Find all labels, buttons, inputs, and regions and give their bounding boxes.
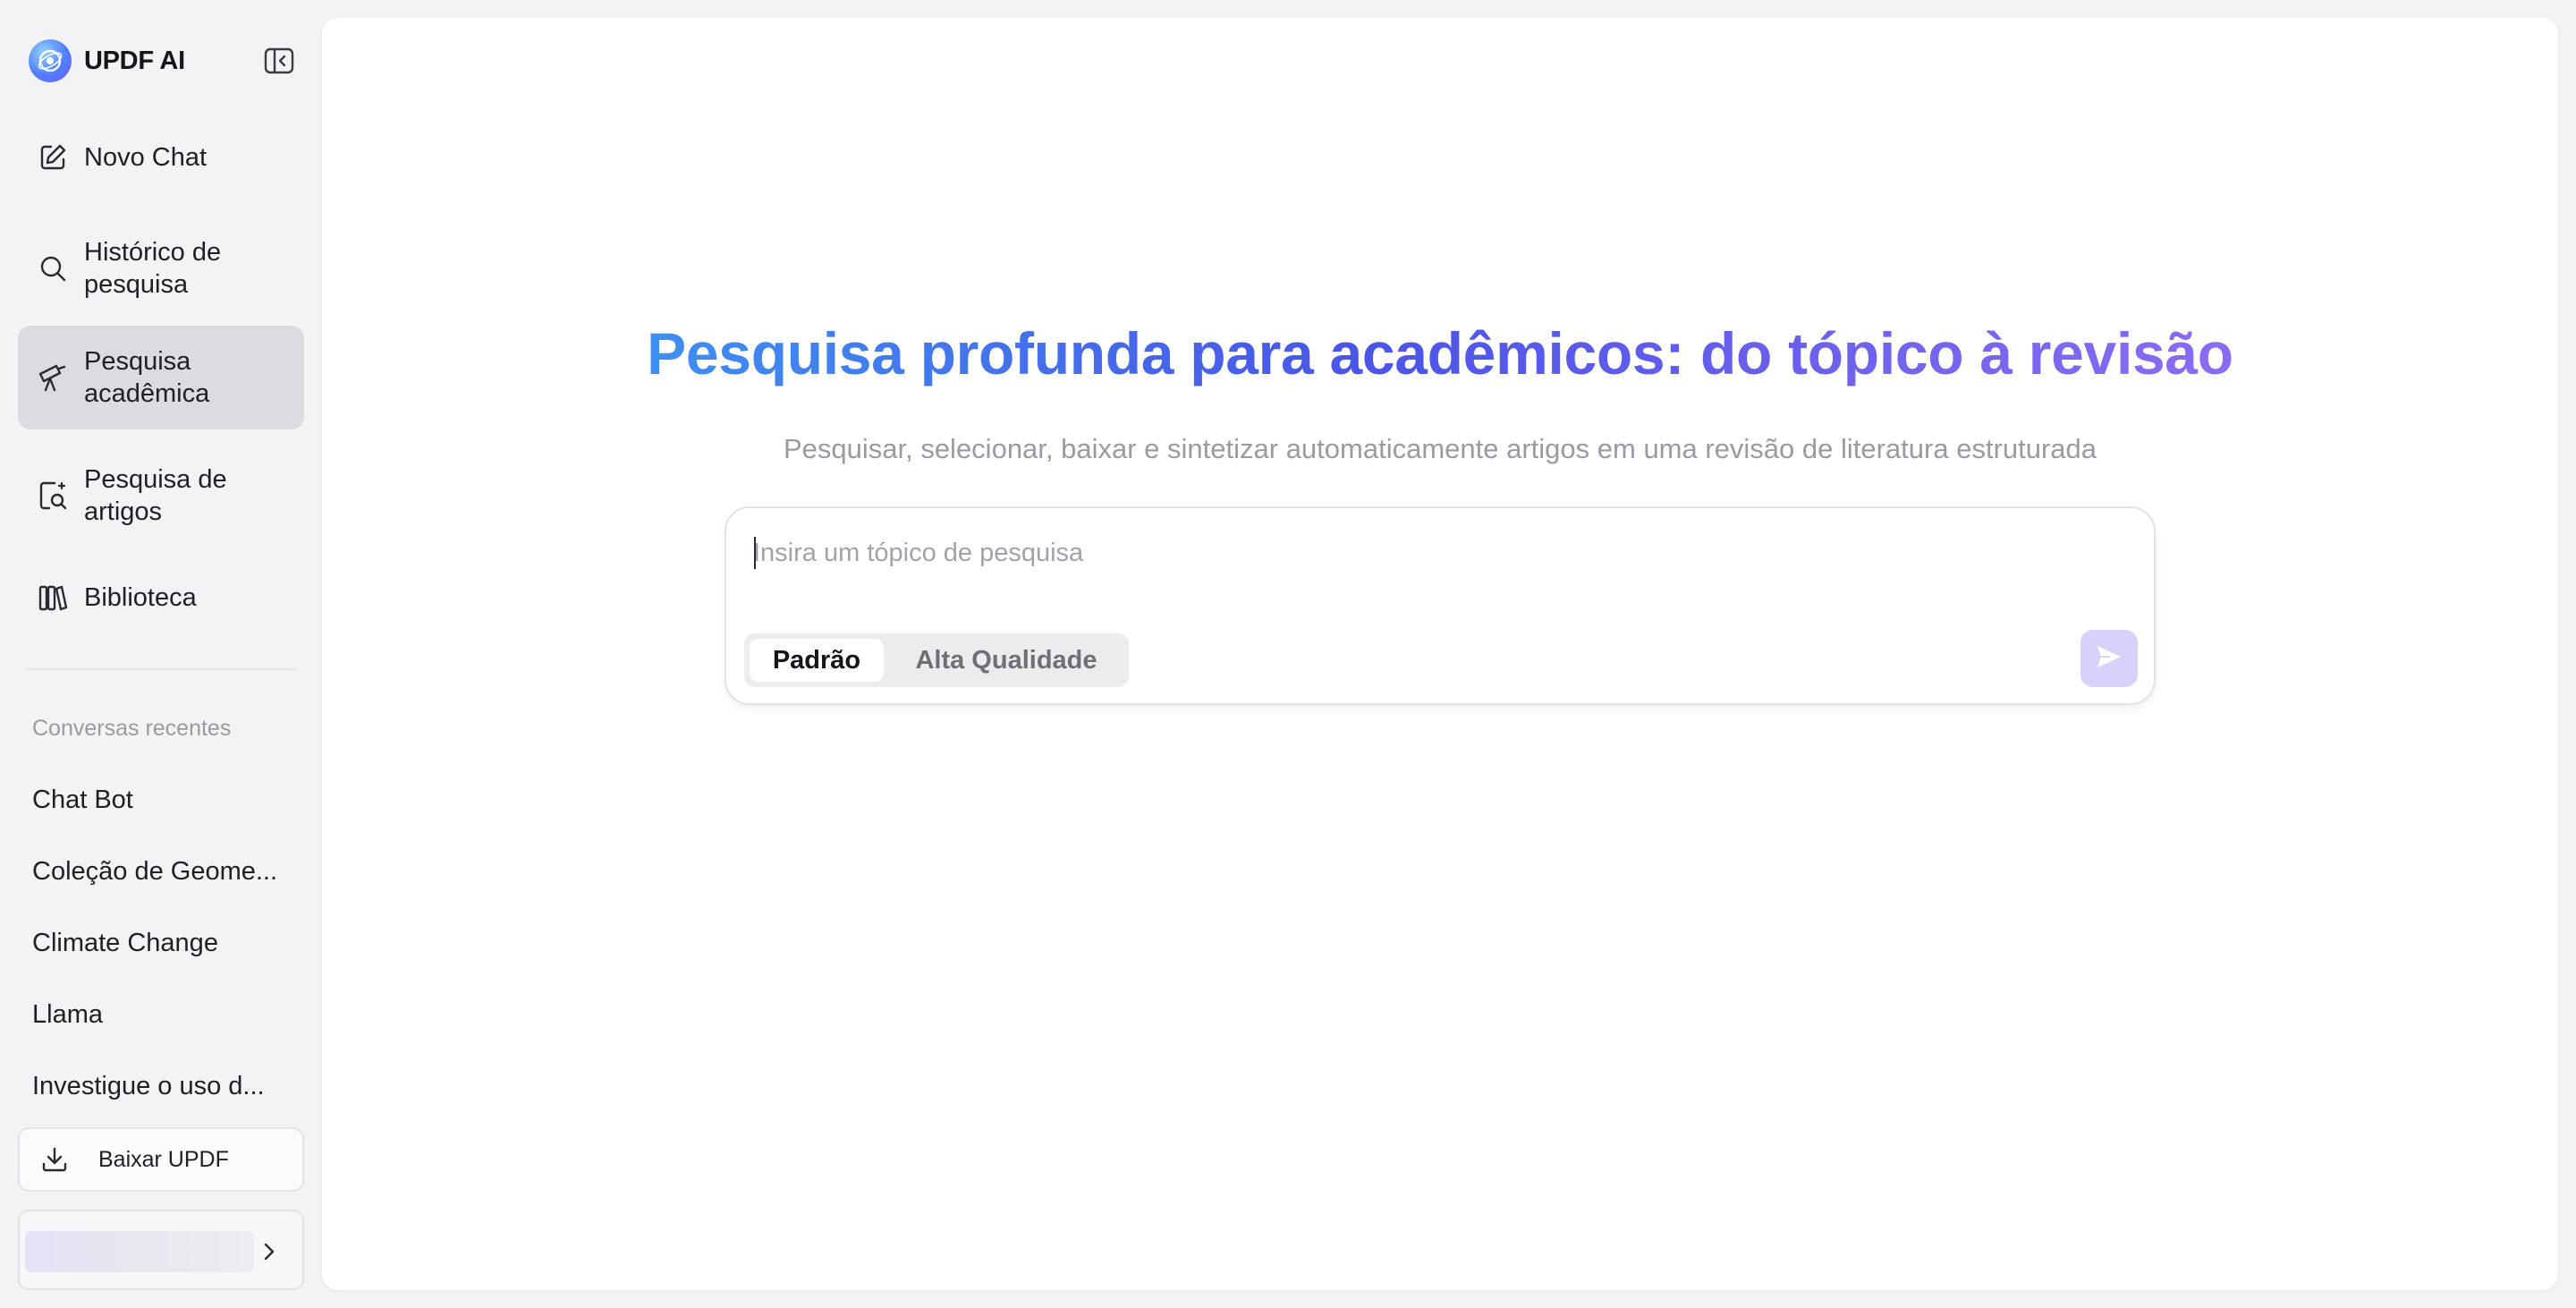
updf-logo-icon [29, 39, 72, 82]
sidebar-item-label: Novo Chat [84, 143, 208, 172]
app-window: UPDF AI Novo Chat Histórico de pesquisa … [0, 0, 2576, 1308]
research-topic-input[interactable] [753, 533, 2113, 573]
recent-conversations-title: Conversas recentes [32, 716, 232, 741]
sidebar-divider [25, 668, 297, 670]
chevron-right-icon [259, 1238, 279, 1265]
sidebar-item-label: Biblioteca [84, 583, 197, 612]
download-updf-button[interactable]: Baixar UPDF [18, 1127, 304, 1192]
main-panel: Pesquisa profunda para acadêmicos: do tó… [322, 18, 2558, 1290]
mode-padrao-button[interactable]: Padrão [750, 639, 884, 682]
send-icon [2095, 643, 2123, 675]
library-icon [36, 581, 70, 615]
edit-icon [36, 140, 70, 174]
sidebar-item-pesquisa-artigos[interactable]: Pesquisa de artigos [18, 444, 304, 548]
sidebar-item-biblioteca[interactable]: Biblioteca [18, 571, 304, 624]
page-subtitle: Pesquisar, selecionar, baixar e sintetiz… [783, 433, 2097, 464]
sidebar-collapse-icon[interactable] [261, 45, 297, 77]
search-icon [36, 251, 70, 285]
sidebar: UPDF AI Novo Chat Histórico de pesquisa … [0, 0, 322, 1308]
account-info-redacted [25, 1231, 254, 1272]
recent-conversation-item[interactable]: Climate Change [32, 929, 292, 958]
account-card[interactable] [18, 1210, 304, 1290]
send-button[interactable] [2080, 630, 2138, 687]
page-title-text: Pesquisa profunda para acadêmicos: do tó… [647, 320, 2233, 386]
document-search-icon [36, 479, 70, 513]
quality-mode-toggle: Padrão Alta Qualidade [744, 633, 1129, 687]
research-topic-box: Padrão Alta Qualidade [724, 506, 2156, 705]
telescope-icon [36, 361, 70, 395]
text-caret [754, 537, 756, 569]
brand-name: UPDF AI [84, 46, 185, 75]
sidebar-item-pesquisa-academica[interactable]: Pesquisa acadêmica [18, 326, 304, 429]
mode-alta-qualidade-button[interactable]: Alta Qualidade [889, 639, 1123, 682]
recent-conversation-item[interactable]: Chat Bot [32, 786, 292, 815]
sidebar-item-historico[interactable]: Histórico de pesquisa [18, 217, 304, 320]
brand[interactable]: UPDF AI [29, 38, 185, 84]
sidebar-item-label: Histórico de pesquisa [84, 238, 222, 299]
recent-conversation-item[interactable]: Investigue o uso d... [32, 1072, 292, 1101]
recent-conversation-item[interactable]: Llama [32, 1000, 292, 1030]
page-title: Pesquisa profunda para acadêmicos: do tó… [322, 313, 2558, 394]
sidebar-item-novo-chat[interactable]: Novo Chat [18, 131, 304, 184]
download-icon [38, 1142, 72, 1176]
download-updf-label: Baixar UPDF [98, 1146, 229, 1172]
sidebar-item-label: Pesquisa de artigos [84, 465, 227, 526]
sidebar-item-label: Pesquisa acadêmica [84, 347, 210, 408]
recent-conversation-item[interactable]: Coleção de Geome... [32, 857, 292, 887]
